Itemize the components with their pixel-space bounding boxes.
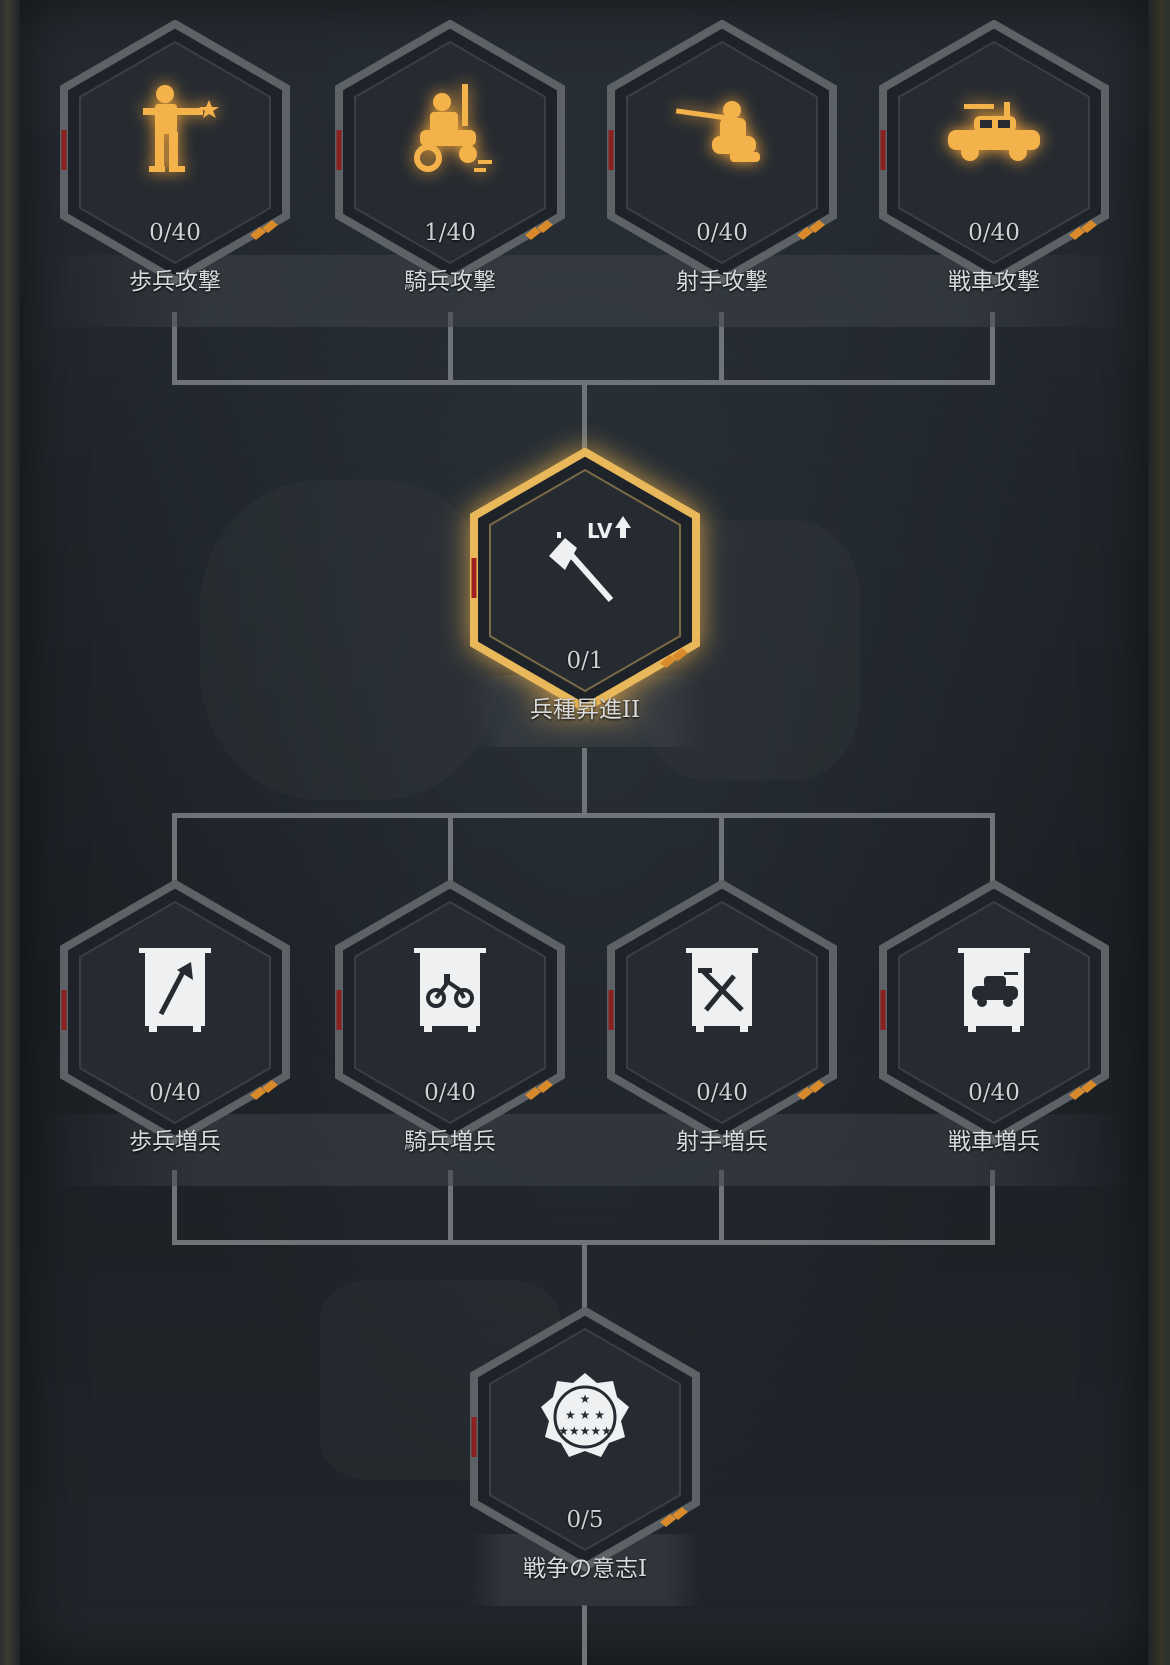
svg-text:★: ★ [580, 1392, 591, 1406]
node-progress: 0/40 [149, 220, 201, 246]
node-progress: 0/40 [696, 1080, 748, 1106]
node-progress: 0/40 [424, 1080, 476, 1106]
node-progress: 0/40 [968, 220, 1020, 246]
node-progress: 0/40 [696, 220, 748, 246]
right-edge-scenery [1148, 0, 1170, 1665]
node-title: 兵種昇進II [529, 697, 641, 723]
node-title: 騎兵増兵 [404, 1129, 496, 1155]
infantry-banner-icon [139, 948, 211, 1032]
node-title: 戦車攻撃 [948, 269, 1040, 295]
skill-node-marksman-attack[interactable]: 0/40 射手攻撃 [597, 20, 847, 295]
node-progress: 0/40 [968, 1080, 1020, 1106]
svg-text:★★★★★: ★★★★★ [558, 1424, 612, 1438]
skill-node-cavalry-reinforce[interactable]: 0/40 騎兵増兵 [325, 880, 575, 1155]
cavalry-rider-icon [414, 84, 492, 172]
node-title: 騎兵攻撃 [404, 269, 496, 295]
skill-node-tank-reinforce[interactable]: 0/40 戦車増兵 [869, 880, 1119, 1155]
svg-text:★ ★ ★: ★ ★ ★ [565, 1408, 605, 1422]
node-title: 戦争の意志I [522, 1556, 648, 1582]
left-edge-scenery [0, 0, 20, 1665]
infantry-soldier-icon [143, 85, 219, 172]
skill-tree-screen: 0/40 歩兵攻撃 1/40 騎兵攻撃 0/40 射手攻撃 0/40 戦車攻撃 … [0, 0, 1170, 1665]
cavalry-banner-icon [414, 948, 486, 1032]
node-title: 射手攻撃 [676, 269, 768, 295]
node-progress: 0/1 [566, 648, 604, 674]
skill-node-infantry-attack[interactable]: 0/40 歩兵攻撃 [50, 20, 300, 295]
skill-node-infantry-reinforce[interactable]: 0/40 歩兵増兵 [50, 880, 300, 1155]
node-title: 歩兵攻撃 [129, 269, 221, 295]
node-title: 射手増兵 [676, 1129, 768, 1155]
tank-banner-icon [958, 948, 1030, 1032]
skill-node-marksman-reinforce[interactable]: 0/40 射手増兵 [597, 880, 847, 1155]
node-title: 戦車増兵 [948, 1129, 1040, 1155]
tank-vehicle-icon [948, 102, 1040, 161]
skill-node-troop-promotion[interactable]: LV 0/1 兵種昇進II [460, 448, 710, 723]
node-progress: 0/5 [566, 1507, 604, 1533]
axe-level-up-icon: LV [549, 516, 631, 602]
level-up-text: LV [587, 519, 613, 543]
marksman-banner-icon [686, 948, 758, 1032]
node-title: 歩兵増兵 [129, 1129, 221, 1155]
node-progress: 1/40 [424, 220, 476, 246]
node-progress: 0/40 [149, 1080, 201, 1106]
marksman-icon [675, 101, 760, 162]
skill-node-tank-attack[interactable]: 0/40 戦車攻撃 [869, 20, 1119, 295]
war-will-stars-icon: ★ ★ ★ ★ ★★★★★ [541, 1373, 629, 1457]
skill-node-war-will[interactable]: ★ ★ ★ ★ ★★★★★ 0/5 戦争の意志I [460, 1307, 710, 1582]
skill-node-cavalry-attack[interactable]: 1/40 騎兵攻撃 [325, 20, 575, 295]
